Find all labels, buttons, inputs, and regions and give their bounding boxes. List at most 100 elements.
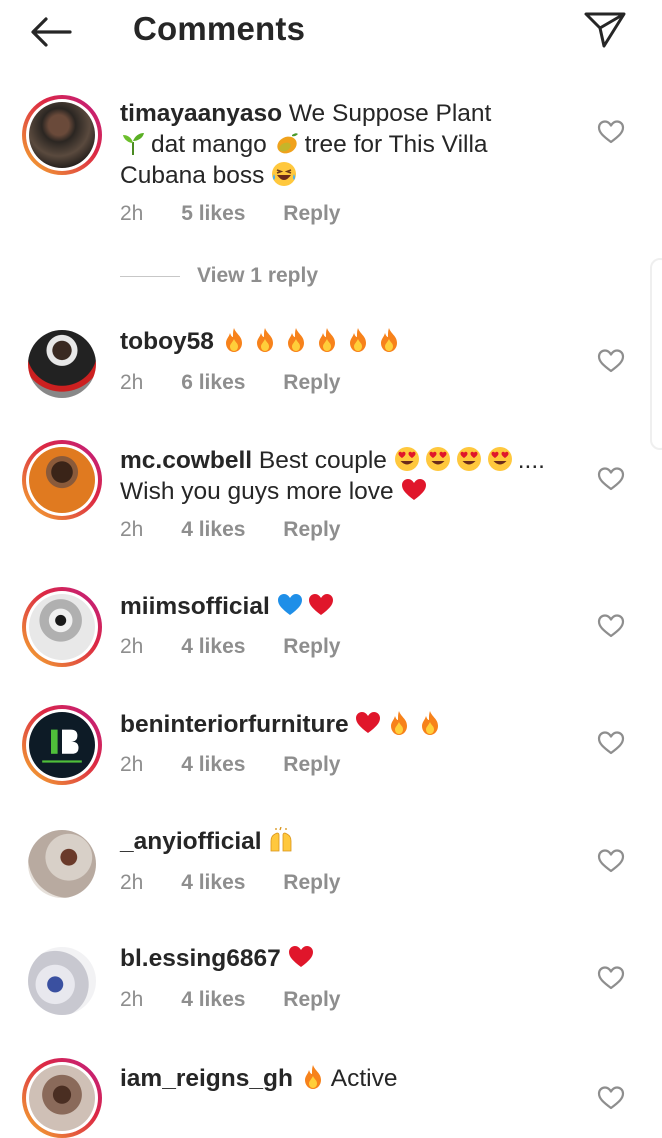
reply-button[interactable]: Reply bbox=[283, 518, 340, 541]
like-heart-icon[interactable] bbox=[597, 848, 625, 874]
like-heart-icon[interactable] bbox=[597, 119, 625, 145]
comment-time: 2h bbox=[120, 871, 144, 894]
comment-username[interactable]: mc.cowbell bbox=[120, 447, 252, 474]
fire-emoji bbox=[300, 1064, 326, 1090]
comment-text: iam_reigns_gh Active bbox=[120, 1063, 570, 1094]
reply-button[interactable]: Reply bbox=[283, 871, 340, 894]
fire-emoji bbox=[345, 327, 371, 353]
avatar[interactable] bbox=[22, 95, 102, 175]
comment-body: Wish you guys more love bbox=[120, 478, 394, 505]
fire-emoji bbox=[283, 327, 309, 353]
fire-emoji bbox=[386, 710, 412, 736]
share-button[interactable] bbox=[580, 8, 628, 50]
likes-count[interactable]: 4 likes bbox=[181, 988, 245, 1011]
fire-emoji bbox=[314, 327, 340, 353]
like-heart-icon[interactable] bbox=[597, 1085, 625, 1111]
comment-time: 2h bbox=[120, 518, 144, 541]
avatar[interactable] bbox=[28, 947, 96, 1015]
comment-username[interactable]: timayaanyaso bbox=[120, 100, 282, 127]
comment-text: toboy58 bbox=[120, 326, 570, 357]
fire-emoji bbox=[221, 327, 247, 353]
comment-username[interactable]: iam_reigns_gh bbox=[120, 1065, 293, 1092]
comment-text: bl.essing6867 bbox=[120, 943, 570, 974]
fire-emoji bbox=[417, 710, 443, 736]
comment-body: dat mango bbox=[151, 131, 267, 158]
heart-eyes-emoji bbox=[456, 446, 482, 472]
likes-count[interactable]: 6 likes bbox=[181, 371, 245, 394]
mango-emoji bbox=[274, 130, 300, 156]
blue-heart-emoji bbox=[277, 592, 303, 618]
comment-meta: 2h 4 likes Reply bbox=[120, 753, 372, 777]
avatar[interactable] bbox=[22, 1058, 102, 1138]
comment-time: 2h bbox=[120, 753, 144, 776]
red-heart-emoji bbox=[308, 592, 334, 618]
comment-username[interactable]: _anyiofficial bbox=[120, 828, 262, 855]
back-button[interactable] bbox=[28, 12, 76, 52]
likes-count[interactable]: 5 likes bbox=[181, 202, 245, 225]
comment-meta: 2h 4 likes Reply bbox=[120, 518, 372, 542]
comment-meta: 2h 5 likes Reply bbox=[120, 202, 372, 226]
comment-body: Cubana boss bbox=[120, 162, 265, 189]
header-bar: Comments bbox=[0, 0, 662, 62]
reply-button[interactable]: Reply bbox=[283, 988, 340, 1011]
comment-meta: 2h 4 likes Reply bbox=[120, 988, 372, 1012]
seedling-emoji bbox=[120, 130, 146, 156]
comment-meta: 2h 4 likes Reply bbox=[120, 635, 372, 659]
comment-text: _anyiofficial bbox=[120, 826, 570, 857]
laughing-emoji bbox=[271, 161, 297, 187]
comment-username[interactable]: toboy58 bbox=[120, 328, 214, 355]
comment-body: Active bbox=[330, 1065, 398, 1092]
heart-eyes-emoji bbox=[425, 446, 451, 472]
reply-button[interactable]: Reply bbox=[283, 371, 340, 394]
comment-time: 2h bbox=[120, 988, 144, 1011]
like-heart-icon[interactable] bbox=[597, 466, 625, 492]
page-title: Comments bbox=[133, 10, 306, 47]
comment-text: mc.cowbell Best couple .... Wish you guy… bbox=[120, 445, 570, 507]
likes-count[interactable]: 4 likes bbox=[181, 518, 245, 541]
likes-count[interactable]: 4 likes bbox=[181, 871, 245, 894]
fire-emoji bbox=[252, 327, 278, 353]
red-heart-emoji bbox=[401, 477, 427, 503]
divider bbox=[120, 275, 180, 277]
like-heart-icon[interactable] bbox=[597, 730, 625, 756]
comment-time: 2h bbox=[120, 635, 144, 658]
side-panel-edge bbox=[650, 258, 662, 450]
red-heart-emoji bbox=[288, 944, 314, 970]
comment-username[interactable]: beninteriorfurniture bbox=[120, 711, 349, 738]
comment-time: 2h bbox=[120, 371, 144, 394]
comment-text: beninteriorfurniture bbox=[120, 709, 570, 740]
avatar[interactable] bbox=[28, 330, 96, 398]
comment-body: We Suppose Plant bbox=[288, 100, 492, 127]
reply-button[interactable]: Reply bbox=[283, 635, 340, 658]
comment-meta: 2h 6 likes Reply bbox=[120, 371, 372, 395]
avatar[interactable] bbox=[22, 587, 102, 667]
heart-eyes-emoji bbox=[487, 446, 513, 472]
reply-button[interactable]: Reply bbox=[283, 202, 340, 225]
raised-hands-emoji bbox=[268, 827, 294, 853]
back-arrow-icon bbox=[31, 17, 72, 47]
brand-logo-icon bbox=[42, 729, 82, 763]
view-replies-label: View 1 reply bbox=[197, 264, 319, 287]
like-heart-icon[interactable] bbox=[597, 965, 625, 991]
likes-count[interactable]: 4 likes bbox=[181, 635, 245, 658]
comment-username[interactable]: bl.essing6867 bbox=[120, 945, 281, 972]
comment-meta: 2h 4 likes Reply bbox=[120, 871, 372, 895]
like-heart-icon[interactable] bbox=[597, 613, 625, 639]
red-heart-emoji bbox=[355, 710, 381, 736]
avatar[interactable] bbox=[22, 705, 102, 785]
comment-body: tree for This Villa bbox=[304, 131, 488, 158]
likes-count[interactable]: 4 likes bbox=[181, 753, 245, 776]
fire-emoji bbox=[376, 327, 402, 353]
comment-text: miimsofficial bbox=[120, 591, 570, 622]
view-replies-link[interactable]: View 1 reply bbox=[120, 264, 318, 290]
heart-eyes-emoji bbox=[394, 446, 420, 472]
comment-body: .... bbox=[517, 447, 545, 474]
reply-button[interactable]: Reply bbox=[283, 753, 340, 776]
comment-time: 2h bbox=[120, 202, 144, 225]
comment-body: Best couple bbox=[258, 447, 387, 474]
comment-username[interactable]: miimsofficial bbox=[120, 593, 270, 620]
avatar[interactable] bbox=[28, 830, 96, 898]
like-heart-icon[interactable] bbox=[597, 348, 625, 374]
avatar[interactable] bbox=[22, 440, 102, 520]
comment-text: timayaanyaso We Suppose Plant dat mango … bbox=[120, 98, 570, 191]
